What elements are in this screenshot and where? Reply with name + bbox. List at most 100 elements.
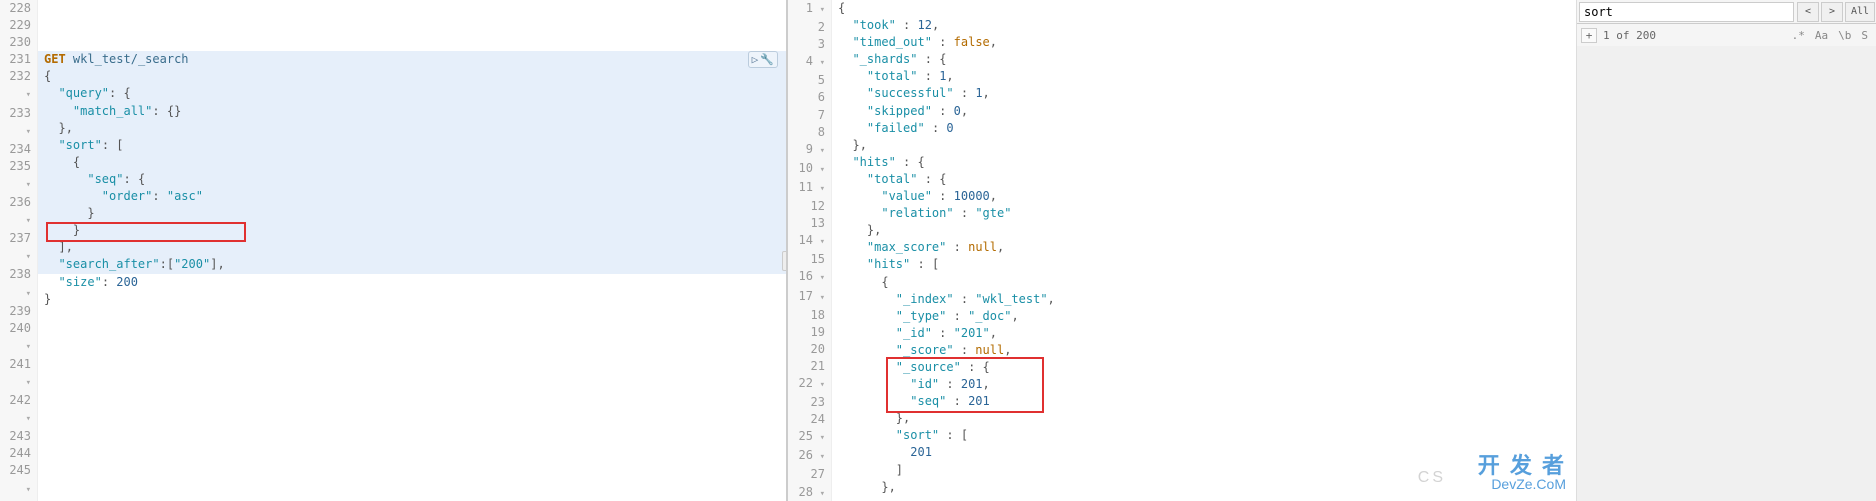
wrench-icon[interactable]: 🔧: [760, 53, 774, 66]
response-viewer-pane[interactable]: 1▾234▾56789▾10▾11▾121314▾1516▾17▾1819202…: [788, 0, 1576, 501]
code-line[interactable]: "took" : 12,: [832, 17, 1576, 34]
code-line[interactable]: "timed_out" : false,: [832, 34, 1576, 51]
search-opt-selection[interactable]: S: [1857, 28, 1872, 43]
code-line[interactable]: 201: [832, 444, 1576, 461]
code-line[interactable]: [38, 34, 786, 51]
line-number: 15: [788, 251, 825, 268]
code-line[interactable]: "relation" : "gte": [832, 205, 1576, 222]
search-opt-word[interactable]: \b: [1834, 28, 1855, 43]
search-opt-case[interactable]: Aa: [1811, 28, 1832, 43]
code-line[interactable]: [38, 17, 786, 34]
code-line[interactable]: [38, 359, 786, 376]
code-line[interactable]: },: [832, 479, 1576, 496]
line-number: 230: [0, 34, 31, 51]
code-line[interactable]: "sort" : [: [832, 427, 1576, 444]
line-number: 245▾: [0, 462, 31, 498]
code-line[interactable]: "value" : 10000,: [832, 188, 1576, 205]
search-bar: < > All: [1577, 0, 1876, 24]
code-line[interactable]: {: [832, 274, 1576, 291]
line-number: 229: [0, 17, 31, 34]
line-number: 231: [0, 51, 31, 68]
code-line[interactable]: "_score" : null,: [832, 342, 1576, 359]
code-line[interactable]: },: [832, 222, 1576, 239]
request-editor-pane[interactable]: 228229230231232▾233▾234235▾236▾237▾238▾2…: [0, 0, 788, 501]
line-number: 241▾: [0, 356, 31, 392]
code-line[interactable]: }: [38, 222, 786, 239]
line-number: 236▾: [0, 194, 31, 230]
code-line[interactable]: [38, 393, 786, 410]
line-number: 19: [788, 324, 825, 341]
code-line[interactable]: [38, 410, 786, 427]
search-prev-button[interactable]: <: [1797, 2, 1819, 22]
code-line[interactable]: "max_score" : null,: [832, 239, 1576, 256]
line-number: 11▾: [788, 179, 825, 198]
code-line[interactable]: },: [832, 137, 1576, 154]
code-line[interactable]: {: [832, 0, 1576, 17]
code-line[interactable]: "seq" : 201: [832, 393, 1576, 410]
line-number: 27: [788, 466, 825, 483]
code-line[interactable]: "size": 200: [38, 274, 786, 291]
line-number: 3: [788, 36, 825, 53]
search-opt-regex[interactable]: .*: [1788, 28, 1809, 43]
line-number: 28▾: [788, 484, 825, 501]
code-line[interactable]: "query": {: [38, 85, 786, 102]
line-number: 235▾: [0, 158, 31, 194]
code-line[interactable]: [38, 444, 786, 461]
code-line[interactable]: [38, 427, 786, 444]
code-line[interactable]: [38, 479, 786, 496]
code-line[interactable]: {: [38, 154, 786, 171]
code-line[interactable]: "_source" : {: [832, 359, 1576, 376]
run-icon[interactable]: ▷: [752, 53, 759, 66]
code-line[interactable]: }: [38, 205, 786, 222]
code-line[interactable]: "hits" : [: [832, 256, 1576, 273]
code-line[interactable]: ]: [832, 462, 1576, 479]
code-line[interactable]: "_index" : "wkl_test",: [832, 291, 1576, 308]
code-line[interactable]: "skipped" : 0,: [832, 103, 1576, 120]
search-input[interactable]: [1579, 2, 1794, 22]
line-number: 8: [788, 124, 825, 141]
search-add-button[interactable]: +: [1581, 28, 1597, 43]
code-line[interactable]: GET wkl_test/_search: [38, 51, 786, 68]
line-number: 20: [788, 341, 825, 358]
search-panel: < > All + 1 of 200 .* Aa \b S: [1576, 0, 1876, 501]
line-number: 13: [788, 215, 825, 232]
response-code[interactable]: { "took" : 12, "timed_out" : false, "_sh…: [832, 0, 1576, 496]
code-line[interactable]: "successful" : 1,: [832, 85, 1576, 102]
search-all-button[interactable]: All: [1845, 2, 1875, 22]
code-line[interactable]: "id" : 201,: [832, 376, 1576, 393]
line-number: 23: [788, 394, 825, 411]
line-number: 17▾: [788, 288, 825, 307]
code-line[interactable]: ],: [38, 239, 786, 256]
code-line[interactable]: "total" : 1,: [832, 68, 1576, 85]
code-line[interactable]: "match_all": {}: [38, 103, 786, 120]
code-line[interactable]: },: [832, 410, 1576, 427]
code-line[interactable]: "order": "asc": [38, 188, 786, 205]
line-number: 234: [0, 141, 31, 158]
code-line[interactable]: [38, 462, 786, 479]
code-line[interactable]: [38, 0, 786, 17]
line-number: 9▾: [788, 141, 825, 160]
code-line[interactable]: "hits" : {: [832, 154, 1576, 171]
request-code[interactable]: GET wkl_test/_search{ "query": { "match_…: [38, 0, 786, 496]
code-line[interactable]: "search_after":["200"],: [38, 256, 786, 273]
code-line[interactable]: },: [38, 120, 786, 137]
line-number: 2: [788, 19, 825, 36]
code-line[interactable]: [38, 308, 786, 325]
code-line[interactable]: }: [38, 291, 786, 308]
line-number: 12: [788, 198, 825, 215]
code-line[interactable]: [38, 376, 786, 393]
code-line[interactable]: "seq": {: [38, 171, 786, 188]
code-line[interactable]: "_id" : "201",: [832, 325, 1576, 342]
line-number: 6: [788, 89, 825, 106]
code-line[interactable]: [38, 325, 786, 342]
line-number: 4▾: [788, 53, 825, 72]
code-line[interactable]: "failed" : 0: [832, 120, 1576, 137]
code-line[interactable]: "total" : {: [832, 171, 1576, 188]
code-line[interactable]: {: [38, 68, 786, 85]
code-line[interactable]: [38, 342, 786, 359]
code-line[interactable]: "_shards" : {: [832, 51, 1576, 68]
search-next-button[interactable]: >: [1821, 2, 1843, 22]
line-number: 25▾: [788, 428, 825, 447]
code-line[interactable]: "_type" : "_doc",: [832, 308, 1576, 325]
code-line[interactable]: "sort": [: [38, 137, 786, 154]
